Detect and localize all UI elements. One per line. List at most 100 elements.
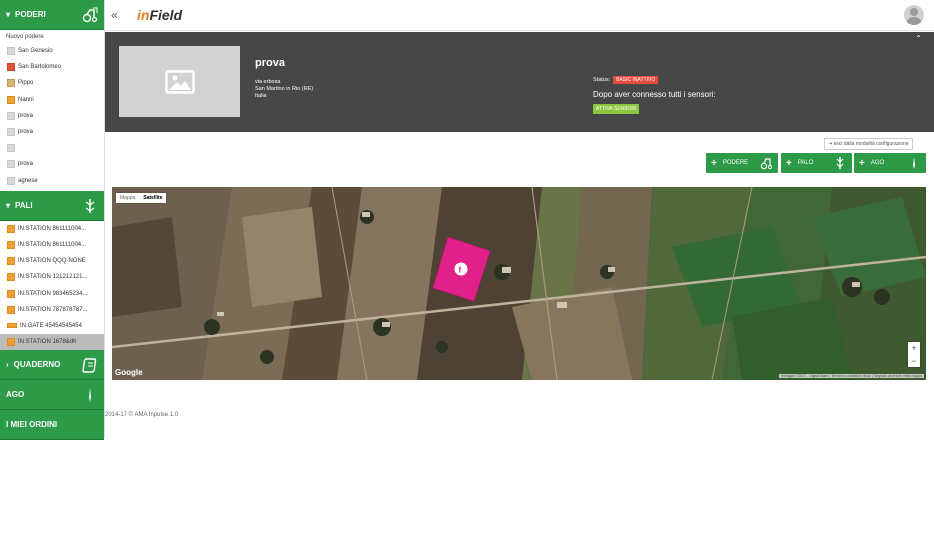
user-avatar[interactable] bbox=[904, 5, 924, 25]
pali-item[interactable]: IN.GATE 45454545454 bbox=[0, 318, 104, 334]
logo-in: in bbox=[137, 7, 150, 23]
podere-photo[interactable] bbox=[119, 46, 240, 117]
pali-item[interactable]: IN.STATION 1678&dh bbox=[0, 334, 104, 351]
pali-label: PALI bbox=[15, 200, 33, 210]
sensor-icon bbox=[7, 305, 15, 314]
notebook-icon bbox=[82, 358, 97, 373]
add-palo-button[interactable]: + PALO bbox=[781, 153, 852, 173]
quaderno-section-header[interactable]: › QUADERNO bbox=[0, 350, 104, 381]
chevron-up-icon[interactable]: ⌃ bbox=[915, 34, 922, 43]
ordini-label: I MIEI ORDINI bbox=[6, 420, 58, 430]
tractor-icon bbox=[82, 7, 98, 23]
poderi-item-label: San Genesio bbox=[18, 48, 53, 55]
tractor-icon bbox=[760, 158, 772, 170]
logo-field: Field bbox=[149, 7, 183, 23]
poderi-item[interactable]: Nanni bbox=[0, 92, 104, 108]
pali-item[interactable]: IN.STATION 861111004... bbox=[0, 221, 104, 237]
poderi-item-label: San Bartolomeo bbox=[18, 64, 62, 71]
footer-copyright: 2014-17 © AMA Inpulse 1.0 bbox=[105, 412, 179, 418]
add-podere-label: PODERE bbox=[722, 160, 749, 166]
chevron-right-icon: › bbox=[6, 360, 9, 370]
sensor-icon bbox=[7, 257, 15, 266]
poderi-item[interactable]: San Bartolomeo bbox=[0, 59, 104, 75]
pali-item-label: IN.STATION 983465234... bbox=[18, 290, 88, 297]
activate-sensors-button[interactable]: ATTIVA SENSORI bbox=[593, 104, 640, 114]
podere-color-icon bbox=[7, 144, 15, 153]
podere-address: via erbosa San Martino in Rio (RE) Itali… bbox=[255, 79, 313, 100]
pali-item-label: IN.STATION 787878787... bbox=[18, 306, 88, 313]
poderi-item-label: Nanni bbox=[18, 96, 34, 103]
add-podere-button[interactable]: + PODERE bbox=[706, 153, 778, 173]
exit-config-button[interactable]: ⇥ esci dalla modalità configurazione bbox=[824, 138, 913, 150]
poderi-item-label: agnese bbox=[18, 177, 38, 184]
zoom-control: + − bbox=[908, 342, 920, 367]
pali-item[interactable]: IN.STATION 983465234... bbox=[0, 285, 104, 301]
plus-icon: + bbox=[859, 157, 865, 169]
poderi-item[interactable] bbox=[0, 140, 104, 156]
zoom-in-button[interactable]: + bbox=[908, 342, 920, 355]
needle-icon bbox=[89, 388, 91, 403]
pali-item[interactable]: IN.STATION 121212121... bbox=[0, 269, 104, 285]
collapse-sidebar-icon[interactable]: « bbox=[111, 8, 118, 22]
sensor-icon bbox=[7, 338, 15, 347]
map-imagery: f bbox=[112, 187, 926, 380]
sensor-icon bbox=[7, 289, 15, 298]
poderi-item-label: prova bbox=[18, 129, 34, 136]
svg-text:f: f bbox=[459, 266, 462, 275]
add-ago-label: AGO bbox=[870, 160, 885, 166]
poderi-item-label: prova bbox=[18, 161, 34, 168]
pali-section-header[interactable]: ▾ PALI bbox=[0, 190, 104, 221]
pali-item-label: IN.STATION 121212121... bbox=[18, 274, 88, 281]
pali-item[interactable]: IN.STATION QQQ-NONE bbox=[0, 253, 104, 269]
poderi-list: San Genesio San Bartolomeo Pippo Nanni prova… bbox=[0, 43, 104, 189]
tab-mappa[interactable]: Mappa bbox=[116, 193, 139, 203]
poderi-item[interactable]: prova bbox=[0, 108, 104, 124]
chevron-down-icon: ▾ bbox=[6, 10, 11, 19]
address-line: Italia bbox=[255, 93, 267, 99]
podere-color-icon bbox=[7, 176, 15, 185]
podere-color-icon bbox=[7, 63, 15, 72]
podere-color-icon bbox=[7, 128, 15, 137]
poderi-section-header[interactable]: ▾ PODERI bbox=[0, 0, 104, 30]
tab-satellite[interactable]: Satellite bbox=[139, 193, 166, 203]
needle-icon bbox=[913, 157, 915, 169]
add-palo-label: PALO bbox=[797, 160, 814, 166]
pole-icon bbox=[85, 198, 95, 213]
podere-color-icon bbox=[7, 95, 15, 104]
poderi-item[interactable]: agnese bbox=[0, 173, 104, 189]
pali-item-label: IN.GATE 45454545454 bbox=[20, 322, 82, 329]
pali-item[interactable]: IN.STATION 787878787... bbox=[0, 302, 104, 318]
podere-name: prova bbox=[255, 57, 285, 69]
plus-icon: + bbox=[711, 157, 717, 169]
poderi-item[interactable]: Pippo bbox=[0, 75, 104, 91]
sensor-icon bbox=[7, 224, 15, 233]
sensor-icon bbox=[7, 273, 15, 282]
status-row: Status: BASIC INATTIVO bbox=[593, 76, 659, 84]
ago-section-header[interactable]: AGO bbox=[0, 380, 104, 411]
new-podere-link[interactable]: Nuovo podere bbox=[0, 30, 104, 43]
poderi-item[interactable]: prova bbox=[0, 124, 104, 140]
pali-item-label: IN.STATION 861111004... bbox=[18, 225, 87, 232]
podere-color-icon bbox=[7, 111, 15, 120]
map-attribution[interactable]: Immagini ©2017 , DigitalGlobe | Termini … bbox=[778, 374, 924, 378]
pole-icon bbox=[836, 157, 844, 169]
exit-config-label: esci dalla modalità configurazione bbox=[833, 141, 909, 147]
poderi-label: PODERI bbox=[15, 10, 46, 19]
satellite-map[interactable]: f bbox=[112, 187, 926, 380]
poderi-item[interactable]: San Genesio bbox=[0, 43, 104, 59]
chevron-down-icon: ▾ bbox=[6, 200, 11, 210]
zoom-out-button[interactable]: − bbox=[908, 355, 920, 368]
pali-item[interactable]: IN.STATION 861111004... bbox=[0, 237, 104, 253]
podere-color-icon bbox=[7, 47, 15, 56]
poderi-item[interactable]: prova bbox=[0, 156, 104, 172]
poderi-item-label: prova bbox=[18, 112, 34, 119]
ordini-section-header[interactable]: I MIEI ORDINI bbox=[0, 410, 104, 441]
sensor-icon bbox=[7, 323, 17, 329]
status-badge: BASIC INATTIVO bbox=[613, 76, 659, 84]
image-placeholder-icon bbox=[164, 69, 195, 94]
sidebar: ▾ PODERI Nuovo podere San Genesio San Bar… bbox=[0, 0, 105, 441]
podere-header: prova via erbosa San Martino in Rio (RE)… bbox=[105, 32, 934, 132]
add-ago-button[interactable]: + AGO bbox=[854, 153, 926, 173]
google-logo: Google bbox=[115, 368, 143, 377]
poderi-item-label: Pippo bbox=[18, 80, 34, 87]
